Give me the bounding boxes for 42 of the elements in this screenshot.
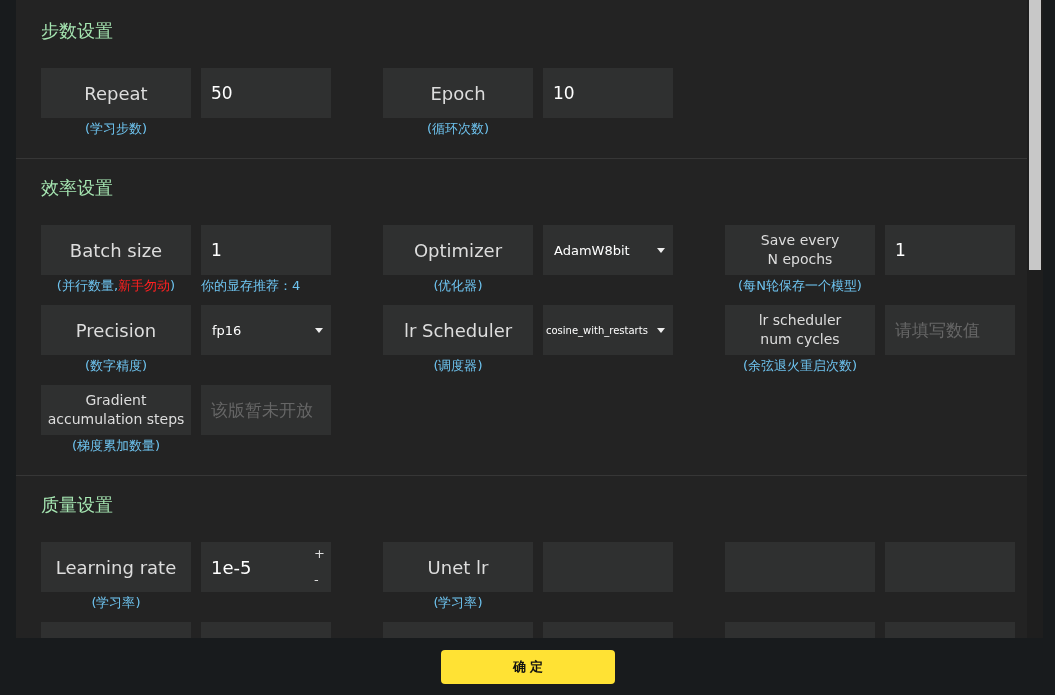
field-label: Optimizer — [383, 225, 533, 275]
field-hint: (学习步数) — [84, 120, 148, 138]
field-label: Batch size — [41, 225, 191, 275]
scrollbar-thumb[interactable] — [1029, 0, 1041, 270]
caret-icon — [657, 327, 665, 333]
field-hint: (梯度累加数量) — [71, 437, 161, 455]
number-field[interactable]: 1e-5 + - — [201, 542, 331, 592]
dropdown[interactable]: fp16 — [201, 305, 331, 355]
field-label: lr scheduler num cycles — [725, 305, 875, 355]
field-hint: (数字精度) — [84, 357, 148, 375]
memory-hint: 你的显存推荐：4 — [201, 277, 301, 295]
field-label: lr Scheduler — [383, 305, 533, 355]
input-field[interactable]: 10 — [543, 68, 673, 118]
field-label: Unet lr — [383, 542, 533, 592]
field-hint: (调度器) — [433, 357, 483, 375]
field-hint: (并行数量,新手勿动) — [56, 277, 176, 295]
field-label: Epoch — [383, 68, 533, 118]
stepper-button[interactable]: - — [314, 573, 325, 587]
section-title: 质量设置 — [41, 493, 114, 517]
input-field[interactable]: 1 — [885, 225, 1015, 275]
dropdown[interactable]: AdamW8bit — [543, 225, 673, 275]
section-title: 步数设置 — [41, 19, 114, 43]
field-label: Learning rate — [41, 542, 191, 592]
caret-icon — [315, 327, 323, 333]
scrollbar[interactable] — [1027, 0, 1043, 638]
field-hint: (优化器) — [433, 277, 483, 295]
dropdown[interactable]: cosine_with_restarts — [543, 305, 673, 355]
field-label: Precision — [41, 305, 191, 355]
stepper-button[interactable]: + — [314, 547, 325, 561]
input-field[interactable]: 1 — [201, 225, 331, 275]
confirm-button[interactable]: 确 定 — [441, 649, 615, 684]
input-field[interactable]: 50 — [201, 68, 331, 118]
field-hint: (余弦退火重启次数) — [742, 357, 858, 375]
field-label: Save every N epochs — [725, 225, 875, 275]
field-hint: (学习率) — [433, 594, 483, 612]
caret-icon — [657, 247, 665, 253]
section-title: 效率设置 — [41, 176, 114, 200]
field-hint: (每N轮保存一个模型) — [738, 277, 862, 295]
field-label: Repeat — [41, 68, 191, 118]
field-label: Gradient accumulation steps — [41, 385, 191, 435]
field-hint: (循环次数) — [426, 120, 490, 138]
field-hint: (学习率) — [91, 594, 141, 612]
